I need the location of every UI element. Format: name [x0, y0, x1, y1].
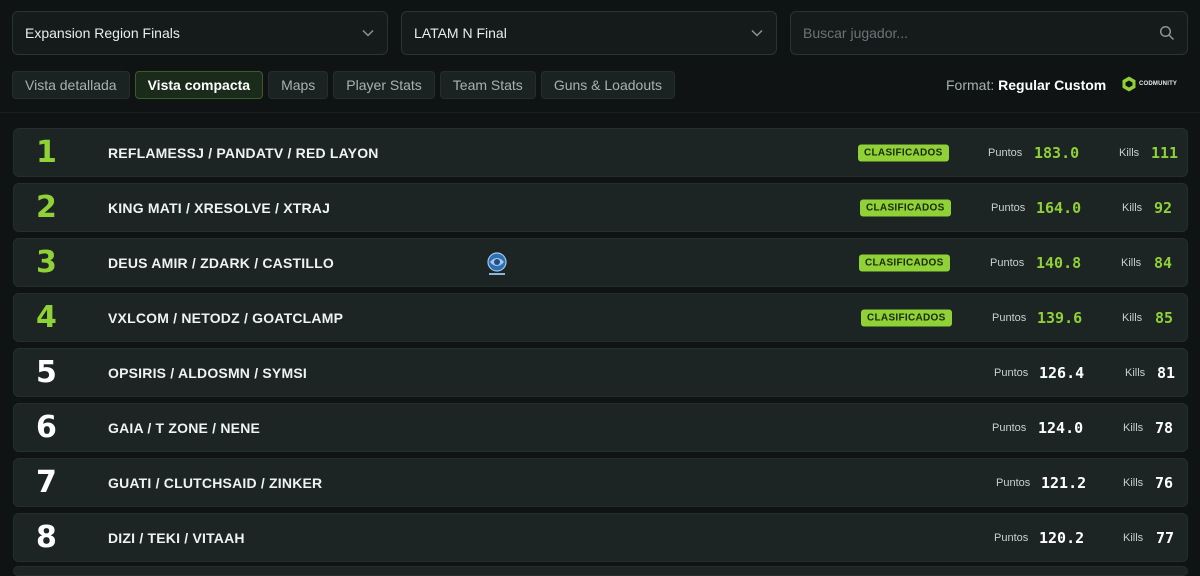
standings-row-4[interactable]: 4 VXLCOM / NETODZ / GOATCLAMP CLASIFICAD… — [13, 293, 1188, 342]
kills-value: 76 — [1155, 473, 1174, 492]
points-value: 183.0 — [1034, 143, 1080, 162]
rank-number: 5 — [36, 354, 57, 390]
format-value: Regular Custom — [998, 77, 1107, 93]
kills-label: Kills — [1121, 256, 1142, 269]
standings-row-6[interactable]: 6 GAIA / T ZONE / NENE Puntos 124.0 Kill… — [13, 403, 1188, 452]
points-value: 164.0 — [1036, 198, 1082, 217]
standings-row-partial[interactable] — [13, 566, 1188, 576]
codmunity-logo-icon — [1122, 76, 1136, 92]
rank-number: 7 — [36, 464, 57, 500]
kills-label: Kills — [1123, 531, 1144, 544]
points-label: Puntos — [992, 311, 1027, 324]
standings-row-7[interactable]: 7 GUATI / CLUTCHSAID / ZINKER Puntos 121… — [13, 458, 1188, 507]
kills-label: Kills — [1119, 146, 1140, 159]
rank-number: 3 — [36, 244, 57, 280]
kills-label: Kills — [1122, 311, 1143, 324]
standings-row-2[interactable]: 2 KING MATI / XRESOLVE / XTRAJ CLASIFICA… — [13, 183, 1188, 232]
points-value: 126.4 — [1039, 363, 1085, 382]
kills-label: Kills — [1123, 476, 1144, 489]
region-select-value: Expansion Region Finals — [25, 25, 180, 41]
points-value: 140.8 — [1036, 253, 1082, 272]
qualified-badge: CLASIFICADOS — [860, 199, 951, 216]
kills-value: 92 — [1154, 198, 1173, 217]
points-label: Puntos — [994, 531, 1029, 544]
team-name: OPSIRIS / ALDOSMN / SYMSI — [108, 364, 307, 381]
tab-vista-compacta[interactable]: Vista compacta — [134, 71, 264, 99]
points-value: 124.0 — [1038, 418, 1084, 437]
kills-label: Kills — [1125, 366, 1146, 379]
standings-row-8[interactable]: 8 DIZI / TEKI / VITAAH Puntos 120.2 Kill… — [13, 513, 1188, 562]
qualified-badge: CLASIFICADOS — [861, 309, 952, 326]
team-logo-icon — [487, 252, 507, 275]
codmunity-logo-text: CODMUNITY — [1139, 81, 1178, 87]
team-name: DIZI / TEKI / VITAAH — [108, 529, 245, 546]
rank-number: 6 — [36, 409, 57, 445]
codmunity-logo[interactable]: CODMUNITY — [1122, 76, 1177, 92]
team-name: VXLCOM / NETODZ / GOATCLAMP — [108, 309, 344, 326]
points-label: Puntos — [992, 421, 1027, 434]
stage-select-value: LATAM N Final — [414, 25, 507, 41]
chevron-down-icon — [361, 26, 375, 40]
standings-row-5[interactable]: 5 OPSIRIS / ALDOSMN / SYMSI Puntos 126.4… — [13, 348, 1188, 397]
tab-vista-detallada[interactable]: Vista detallada — [12, 71, 130, 99]
rank-number: 8 — [36, 519, 57, 555]
team-name: KING MATI / XRESOLVE / XTRAJ — [108, 199, 331, 216]
tab-team-stats[interactable]: Team Stats — [439, 71, 536, 99]
region-select[interactable]: Expansion Region Finals — [12, 11, 388, 55]
stage-select[interactable]: LATAM N Final — [401, 11, 777, 55]
points-label: Puntos — [991, 201, 1026, 214]
chevron-down-icon — [750, 26, 764, 40]
qualified-badge: CLASIFICADOS — [858, 144, 949, 161]
format-label: Format: — [946, 77, 995, 93]
kills-value: 77 — [1156, 528, 1175, 547]
team-name: GUATI / CLUTCHSAID / ZINKER — [108, 474, 323, 491]
standings-row-3[interactable]: 3 DEUS AMIR / ZDARK / CASTILLO CLASIFICA… — [13, 238, 1188, 287]
rank-number: 4 — [36, 299, 57, 335]
team-name: GAIA / T ZONE / NENE — [108, 419, 261, 436]
search-placeholder: Buscar jugador... — [803, 25, 909, 41]
tab-guns-loadouts[interactable]: Guns & Loadouts — [540, 71, 675, 99]
kills-value: 85 — [1155, 308, 1174, 327]
kills-value: 78 — [1155, 418, 1174, 437]
kills-value: 84 — [1154, 253, 1173, 272]
points-value: 121.2 — [1041, 473, 1087, 492]
header-divider — [0, 112, 1200, 113]
kills-value: 81 — [1157, 363, 1176, 382]
kills-label: Kills — [1122, 201, 1143, 214]
qualified-badge: CLASIFICADOS — [859, 254, 950, 271]
points-label: Puntos — [994, 366, 1029, 379]
player-search-input[interactable]: Buscar jugador... — [790, 11, 1188, 55]
view-tabs: Vista detallada Vista compacta Maps Play… — [12, 71, 675, 99]
points-label: Puntos — [990, 256, 1025, 269]
tab-maps[interactable]: Maps — [268, 71, 329, 99]
kills-value: 111 — [1151, 143, 1179, 162]
team-name: REFLAMESSJ / PANDATV / RED LAYON — [108, 144, 379, 161]
team-name: DEUS AMIR / ZDARK / CASTILLO — [108, 254, 334, 271]
points-label: Puntos — [996, 476, 1031, 489]
rank-number: 2 — [36, 189, 57, 225]
tab-player-stats[interactable]: Player Stats — [333, 71, 435, 99]
search-icon[interactable] — [1159, 25, 1175, 41]
points-value: 120.2 — [1039, 528, 1085, 547]
points-value: 139.6 — [1037, 308, 1083, 327]
points-label: Puntos — [988, 146, 1023, 159]
standings-row-1[interactable]: 1 REFLAMESSJ / PANDATV / RED LAYON CLASI… — [13, 128, 1188, 177]
format-info: Format: Regular Custom — [946, 77, 1106, 93]
rank-number: 1 — [36, 134, 57, 170]
kills-label: Kills — [1123, 421, 1144, 434]
